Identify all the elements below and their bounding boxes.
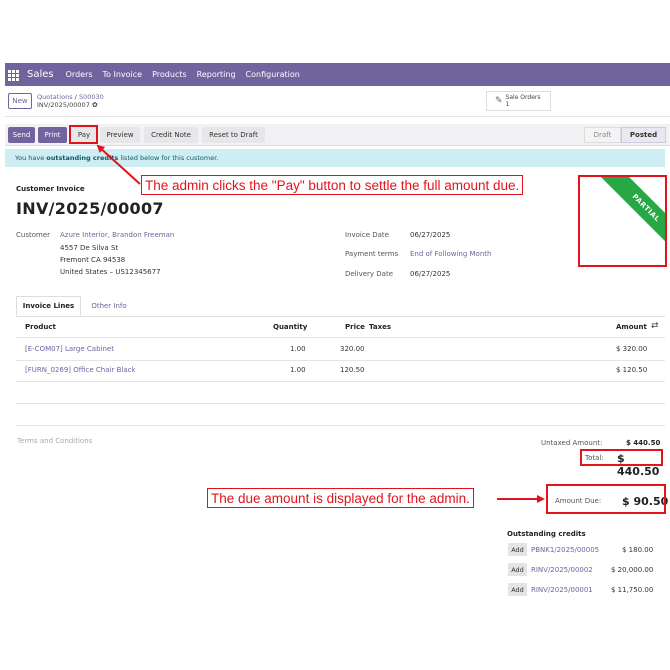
- customer-name[interactable]: Azure Interior, Brandon Freeman: [60, 231, 174, 239]
- preview-button[interactable]: Preview: [100, 127, 140, 143]
- sale-orders-smart-button[interactable]: ✎ Sale Orders 1: [486, 91, 551, 111]
- app-name[interactable]: Sales: [27, 69, 54, 80]
- address-line-3: United States – US12345677: [60, 268, 161, 276]
- menu-products[interactable]: Products: [152, 70, 187, 79]
- invoice-type: Customer Invoice: [16, 185, 85, 193]
- credit-ref-2[interactable]: RINV/2025/00002: [531, 566, 593, 574]
- top-navbar: Sales Orders To Invoice Products Reporti…: [5, 63, 670, 86]
- menu-to-invoice[interactable]: To Invoice: [103, 70, 143, 79]
- menu-reporting[interactable]: Reporting: [197, 70, 236, 79]
- row-divider: [16, 403, 665, 404]
- credit-ref-1[interactable]: PBNK1/2025/00005: [531, 546, 599, 554]
- row-divider: [16, 425, 665, 426]
- add-credit-button-3[interactable]: Add: [508, 583, 527, 596]
- terms-and-conditions[interactable]: Terms and Conditions: [17, 437, 92, 445]
- status-posted[interactable]: Posted: [621, 127, 666, 143]
- outstanding-credits-alert: You have outstanding credits listed belo…: [5, 149, 665, 167]
- payment-terms-label: Payment terms: [345, 250, 399, 258]
- row-1-price[interactable]: 320.00: [340, 345, 365, 353]
- customer-label: Customer: [16, 231, 51, 239]
- row-2-quantity[interactable]: 1.00: [290, 366, 306, 374]
- row-divider: [16, 337, 665, 338]
- add-credit-button-1[interactable]: Add: [508, 543, 527, 556]
- breadcrumb: Quotations / S00030 INV/2025/00007 ✿: [37, 93, 104, 109]
- status-draft[interactable]: Draft: [584, 127, 621, 143]
- add-credit-button-2[interactable]: Add: [508, 563, 527, 576]
- untaxed-amount-value: $ 440.50: [626, 439, 661, 447]
- breadcrumb-separator: /: [74, 93, 77, 101]
- header-product[interactable]: Product: [25, 323, 56, 331]
- total-highlight: [580, 449, 663, 466]
- pay-button-highlight: [69, 125, 98, 144]
- header-quantity[interactable]: Quantity: [273, 323, 307, 331]
- credit-amount-1: $ 180.00: [622, 546, 654, 554]
- tab-invoice-lines[interactable]: Invoice Lines: [16, 296, 81, 316]
- alert-prefix: You have: [15, 154, 47, 162]
- row-2-amount: $ 120.50: [616, 366, 648, 374]
- menu-orders[interactable]: Orders: [66, 70, 93, 79]
- row-1-product[interactable]: [E-COM07] Large Cabinet: [25, 345, 114, 353]
- ribbon-highlight: [578, 175, 667, 267]
- smart-button-label: Sale Orders: [505, 94, 541, 101]
- reset-to-draft-button[interactable]: Reset to Draft: [202, 127, 265, 143]
- breadcrumb-order[interactable]: S00030: [79, 93, 104, 101]
- untaxed-amount-label: Untaxed Amount:: [541, 439, 603, 447]
- menu-configuration[interactable]: Configuration: [246, 70, 300, 79]
- control-panel: [5, 87, 670, 117]
- header-amount[interactable]: Amount: [616, 323, 647, 331]
- credit-amount-3: $ 11,750.00: [611, 586, 654, 594]
- pay-annotation-label: The admin clicks the "Pay" button to set…: [141, 175, 524, 195]
- row-2-price[interactable]: 120.50: [340, 366, 365, 374]
- row-divider: [16, 360, 665, 361]
- credit-amount-2: $ 20,000.00: [611, 566, 654, 574]
- send-button[interactable]: Send: [8, 127, 35, 143]
- print-button[interactable]: Print: [38, 127, 67, 143]
- delivery-date-value: 06/27/2025: [410, 270, 451, 278]
- new-button[interactable]: New: [8, 93, 32, 109]
- amount-due-highlight: [546, 484, 666, 514]
- credit-note-button[interactable]: Credit Note: [144, 127, 198, 143]
- due-annotation-label: The due amount is displayed for the admi…: [207, 488, 474, 508]
- record-name: INV/2025/00007: [37, 101, 90, 109]
- header-taxes[interactable]: Taxes: [369, 323, 391, 331]
- row-1-quantity[interactable]: 1.00: [290, 345, 306, 353]
- alert-bold: outstanding credits: [46, 154, 119, 162]
- invoice-date-value: 06/27/2025: [410, 231, 451, 239]
- row-2-product[interactable]: [FURN_0269] Office Chair Black: [25, 366, 136, 374]
- header-price[interactable]: Price: [345, 323, 365, 331]
- tab-other-info[interactable]: Other Info: [84, 296, 134, 316]
- invoice-date-label: Invoice Date: [345, 231, 389, 239]
- address-line-2: Fremont CA 94538: [60, 256, 126, 264]
- smart-button-count: 1: [505, 101, 510, 108]
- breadcrumb-quotations[interactable]: Quotations: [37, 93, 73, 101]
- invoice-number: INV/2025/00007: [16, 199, 164, 218]
- outstanding-credits-title: Outstanding credits: [507, 530, 586, 538]
- address-line-1: 4557 De Silva St: [60, 244, 119, 252]
- payment-terms-value[interactable]: End of Following Month: [410, 250, 491, 258]
- edit-icon: ✎: [495, 96, 503, 106]
- delivery-date-label: Delivery Date: [345, 270, 394, 278]
- column-settings-icon[interactable]: ⇄: [651, 321, 659, 331]
- alert-suffix: listed below for this customer.: [118, 154, 219, 162]
- gear-icon[interactable]: ✿: [92, 101, 98, 109]
- tab-divider: [16, 316, 665, 317]
- row-divider: [16, 381, 665, 382]
- credit-ref-3[interactable]: RINV/2025/00001: [531, 586, 593, 594]
- apps-menu-icon[interactable]: [8, 69, 19, 81]
- row-1-amount: $ 320.00: [616, 345, 648, 353]
